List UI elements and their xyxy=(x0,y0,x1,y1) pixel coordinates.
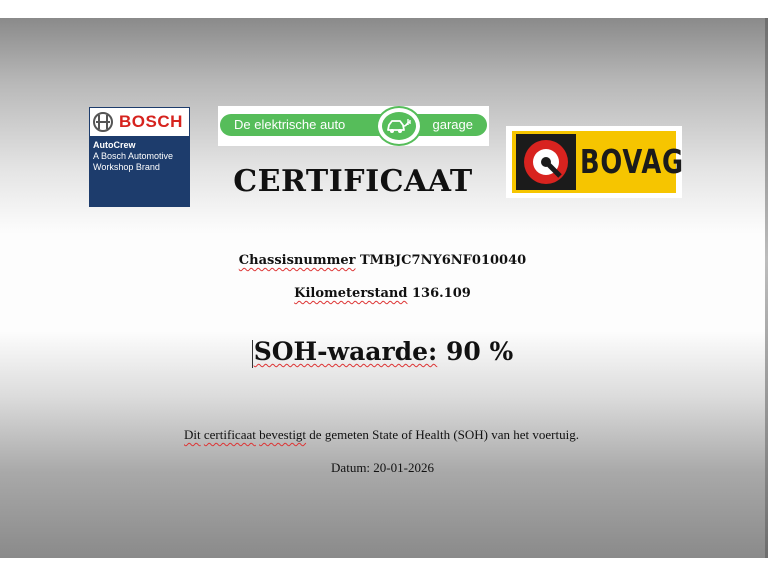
bosch-line-1: AutoCrew xyxy=(93,140,136,150)
elektrische-auto-garage-logo: De elektrische auto garage xyxy=(218,106,489,146)
certificate-description: Dit certificaat bevestigt de gemeten Sta… xyxy=(0,427,764,443)
garage-banner-right-text: garage xyxy=(432,117,473,132)
certificate-page: BOSCH AutoCrew A Bosch Automotive Worksh… xyxy=(0,18,768,558)
soh-line: SOH-waarde: 90 % xyxy=(0,337,765,368)
text-cursor xyxy=(251,339,253,368)
garage-banner-left-text: De elektrische auto xyxy=(234,117,346,132)
chassis-value: TMBJC7NY6NF010040 xyxy=(359,253,527,268)
mileage-line: Kilometerstand 136.109 xyxy=(0,286,765,301)
electric-car-plug-icon xyxy=(376,106,422,146)
certificate-date: Datum: 20-01-2026 xyxy=(331,460,434,475)
certificate-title: CERTIFICAAT xyxy=(233,164,473,199)
soh-unit: % xyxy=(489,337,514,366)
chassis-label: Chassisnummer xyxy=(238,253,356,268)
desc-word-dit: Dit xyxy=(184,427,201,442)
bosch-header: BOSCH xyxy=(90,108,189,136)
mileage-value: 136.109 xyxy=(412,286,471,301)
soh-label: SOH-waarde: xyxy=(253,337,438,366)
mileage-label: Kilometerstand xyxy=(294,286,408,301)
bosch-line-2: A Bosch Automotive xyxy=(93,151,174,161)
desc-word-certificaat: certificaat xyxy=(203,427,256,442)
chassis-number-line: Chassisnummer TMBJC7NY6NF010040 xyxy=(0,253,765,268)
soh-value: 90 xyxy=(445,337,481,366)
bosch-wordmark: BOSCH xyxy=(119,112,183,131)
garage-banner: De elektrische auto garage xyxy=(220,114,487,136)
bosch-ring-icon xyxy=(93,112,113,132)
desc-word-bevestigt: bevestigt xyxy=(259,427,307,442)
desc-rest: de gemeten State of Health (SOH) van het… xyxy=(309,427,579,442)
